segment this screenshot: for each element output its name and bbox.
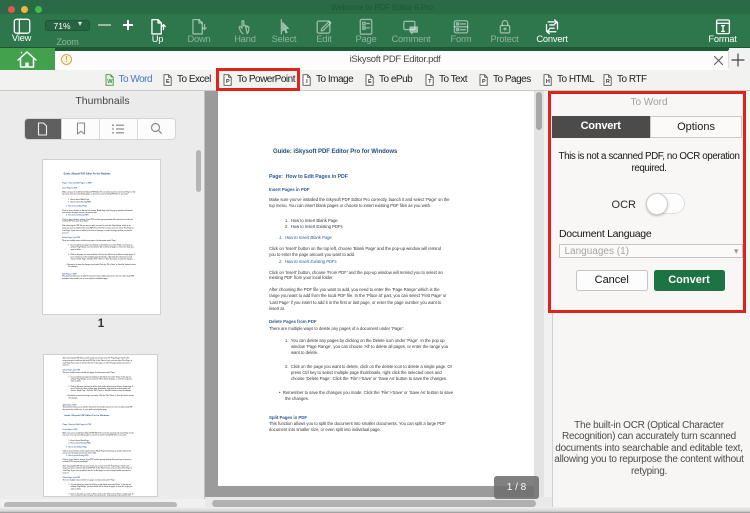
svg-text:H: H	[546, 79, 550, 85]
svg-text:R: R	[606, 79, 610, 85]
